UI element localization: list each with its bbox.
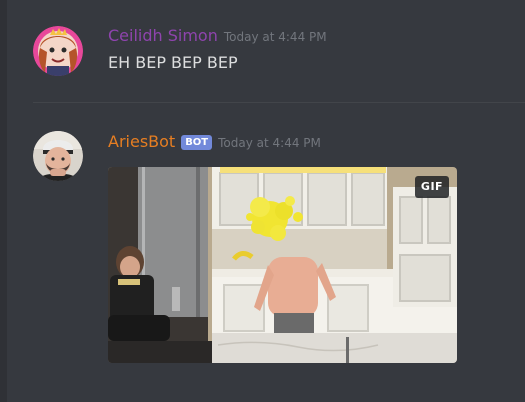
- gif-badge: GIF: [415, 176, 449, 198]
- message-item: AriesBot BOT Today at 4:44 PM GIF: [0, 128, 525, 378]
- message-header: AriesBot BOT Today at 4:44 PM: [108, 132, 321, 154]
- bot-avatar[interactable]: [33, 131, 83, 181]
- message-header: Ceilidh Simon Today at 4:44 PM: [108, 26, 327, 48]
- timestamp: Today at 4:44 PM: [223, 30, 327, 44]
- message-divider: [33, 102, 525, 103]
- gif-image: [108, 167, 457, 363]
- message-text: EH BEP BEP BEP: [108, 53, 238, 72]
- chat-area: Ceilidh Simon Today at 4:44 PM EH BEP BE…: [0, 0, 525, 402]
- username[interactable]: Ceilidh Simon: [108, 26, 218, 45]
- bot-badge: BOT: [181, 135, 213, 150]
- message-item: Ceilidh Simon Today at 4:44 PM EH BEP BE…: [0, 22, 525, 82]
- username[interactable]: AriesBot: [108, 132, 175, 151]
- timestamp: Today at 4:44 PM: [218, 136, 321, 150]
- user-avatar[interactable]: [33, 26, 83, 76]
- gif-embed[interactable]: GIF: [108, 167, 457, 363]
